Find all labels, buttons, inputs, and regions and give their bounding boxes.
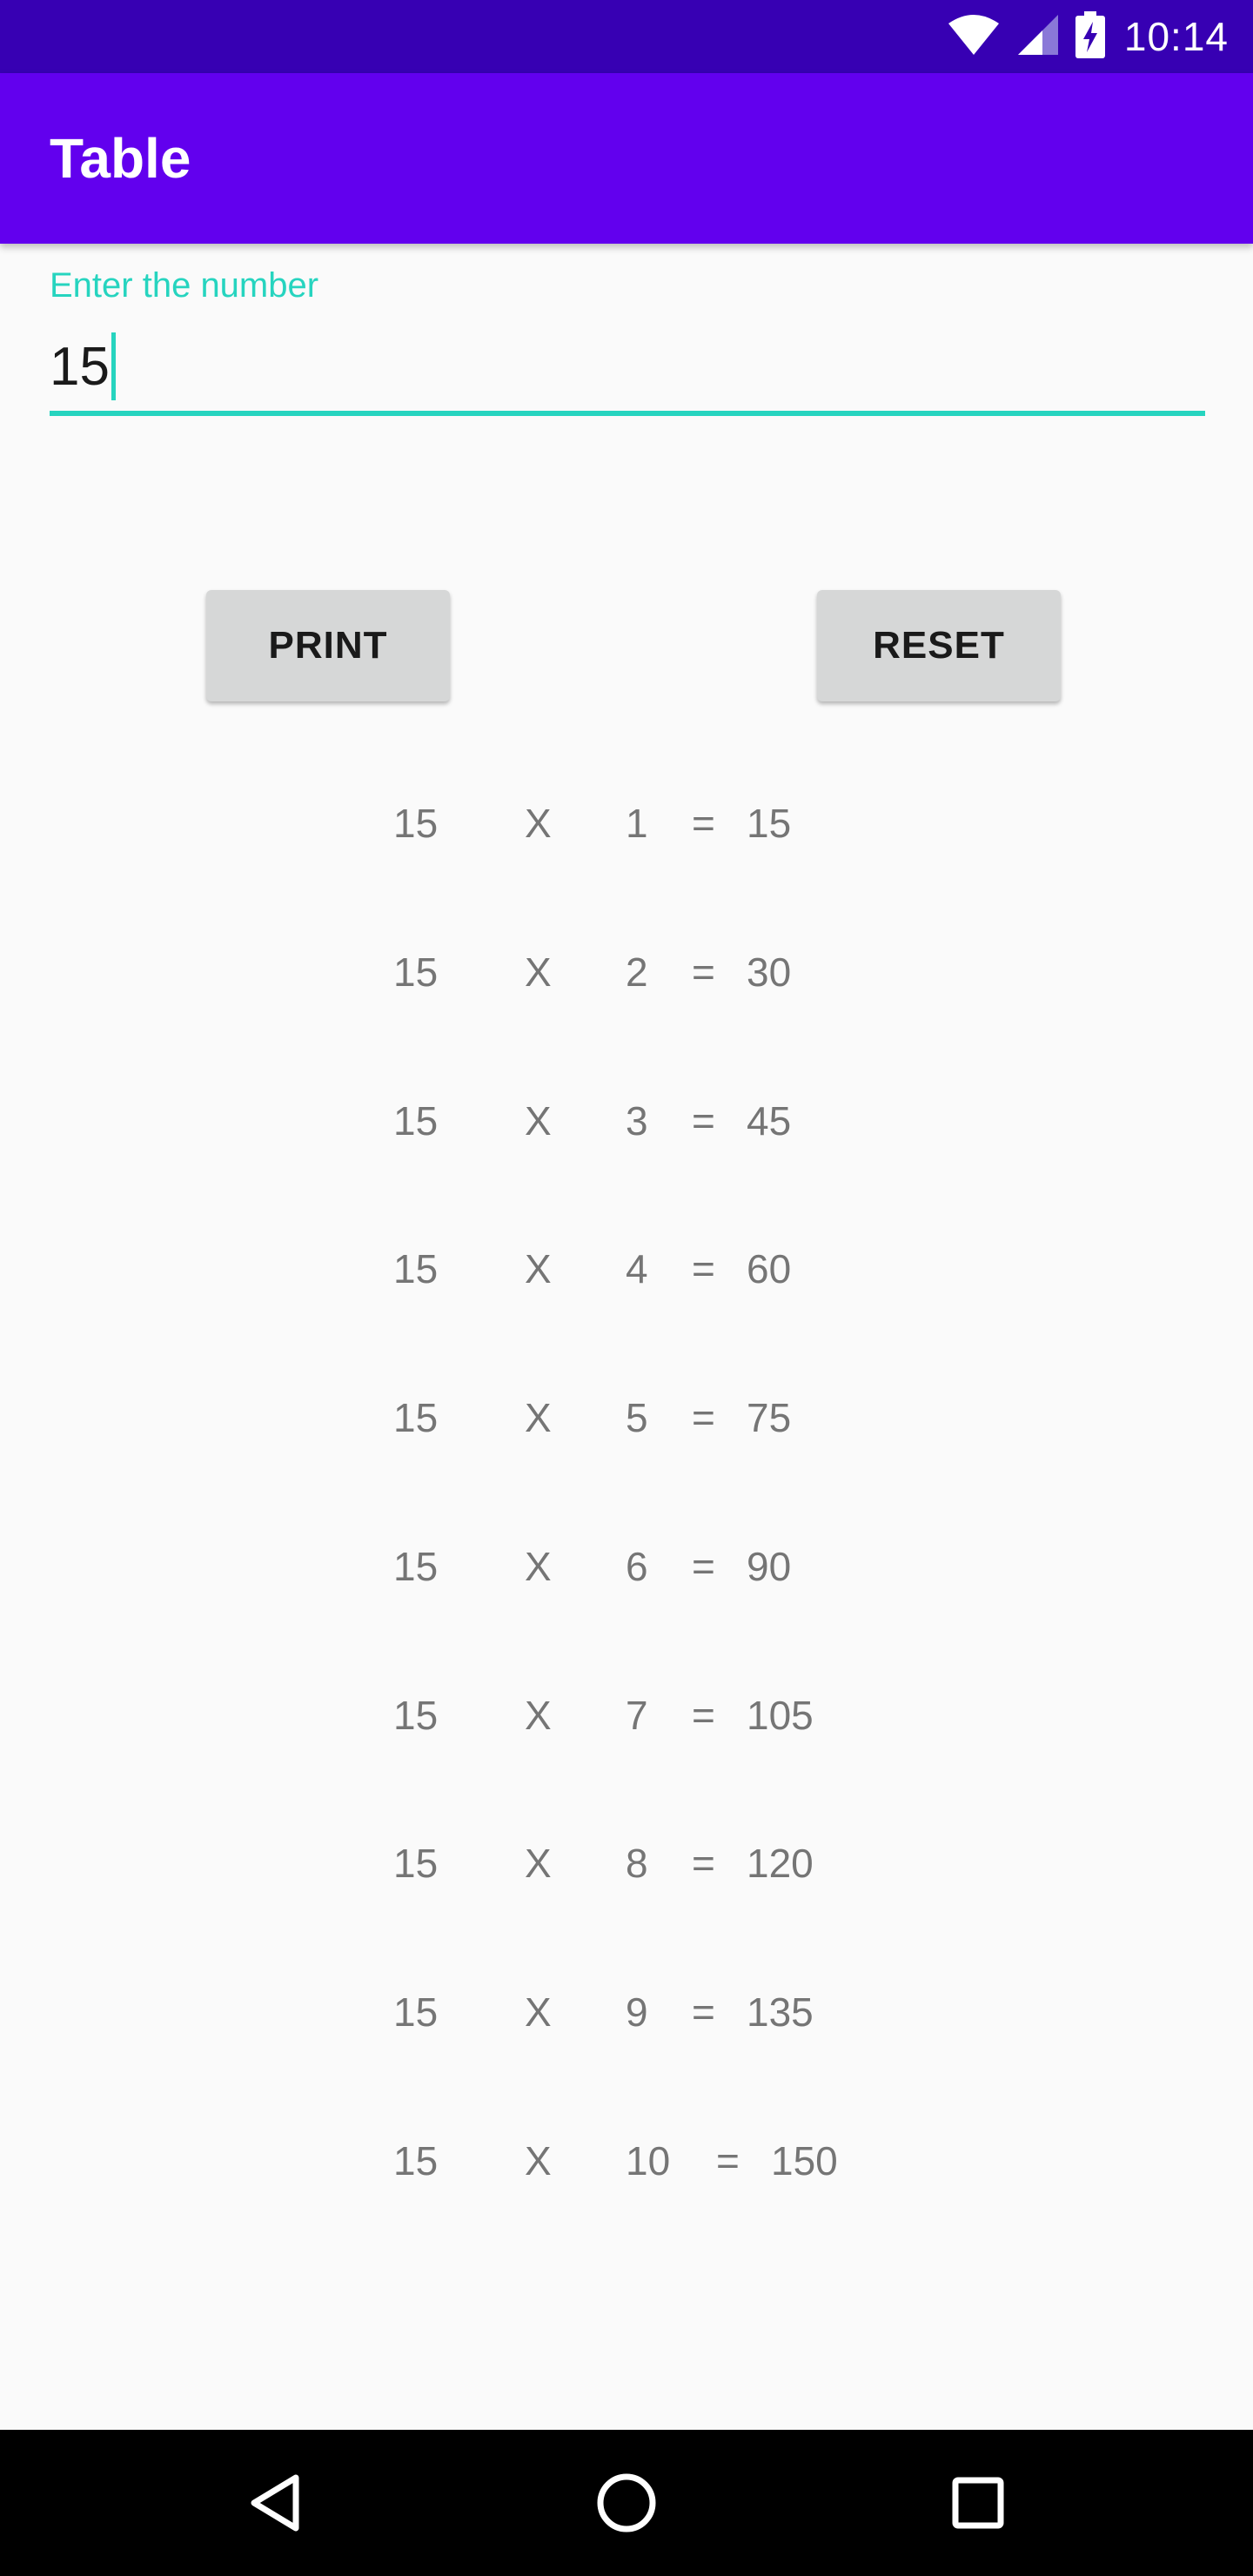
row-operator: X: [525, 1841, 552, 1886]
table-row: 15 X 9 = 135: [0, 1977, 1253, 2047]
row-operator: X: [525, 1098, 552, 1144]
row-result: 90: [747, 1544, 792, 1589]
row-multiplier: 7: [626, 1693, 648, 1738]
row-multiplier: 3: [626, 1098, 648, 1144]
app-bar: Table: [0, 73, 1253, 244]
back-icon[interactable]: [223, 2430, 327, 2576]
row-equals: =: [716, 2138, 740, 2184]
row-operator: X: [525, 1693, 552, 1738]
app-title: Table: [50, 127, 191, 190]
row-equals: =: [692, 1395, 715, 1440]
row-base: 15: [393, 2138, 439, 2184]
row-base: 15: [393, 1395, 439, 1440]
row-base: 15: [393, 1693, 439, 1738]
row-equals: =: [692, 801, 715, 846]
row-result: 60: [747, 1246, 792, 1291]
row-base: 15: [393, 1841, 439, 1886]
row-equals: =: [692, 1841, 715, 1886]
table-row: 15 X 10 = 150: [0, 2126, 1253, 2196]
row-multiplier: 10: [626, 2138, 671, 2184]
row-equals: =: [692, 1544, 715, 1589]
table-row: 15 X 1 = 15: [0, 788, 1253, 858]
row-result: 105: [747, 1693, 814, 1738]
row-operator: X: [525, 1395, 552, 1440]
row-result: 15: [747, 801, 792, 846]
row-result: 120: [747, 1841, 814, 1886]
row-result: 150: [771, 2138, 838, 2184]
navigation-bar: [0, 2430, 1253, 2576]
row-equals: =: [692, 949, 715, 995]
row-multiplier: 8: [626, 1841, 648, 1886]
row-result: 45: [747, 1098, 792, 1144]
row-equals: =: [692, 1989, 715, 2035]
row-multiplier: 6: [626, 1544, 648, 1589]
row-result: 135: [747, 1989, 814, 2035]
row-base: 15: [393, 1544, 439, 1589]
table-row: 15 X 6 = 90: [0, 1532, 1253, 1601]
row-multiplier: 4: [626, 1246, 648, 1291]
row-operator: X: [525, 2138, 552, 2184]
row-result: 75: [747, 1395, 792, 1440]
row-base: 15: [393, 949, 439, 995]
row-base: 15: [393, 801, 439, 846]
row-operator: X: [525, 949, 552, 995]
row-equals: =: [692, 1098, 715, 1144]
table-row: 15 X 3 = 45: [0, 1086, 1253, 1156]
table-row: 15 X 2 = 30: [0, 937, 1253, 1007]
row-base: 15: [393, 1989, 439, 2035]
row-operator: X: [525, 801, 552, 846]
table-row: 15 X 5 = 75: [0, 1383, 1253, 1452]
row-operator: X: [525, 1246, 552, 1291]
recents-icon[interactable]: [926, 2430, 1030, 2576]
row-base: 15: [393, 1246, 439, 1291]
row-result: 30: [747, 949, 792, 995]
row-base: 15: [393, 1098, 439, 1144]
row-equals: =: [692, 1246, 715, 1291]
row-multiplier: 2: [626, 949, 648, 995]
row-operator: X: [525, 1544, 552, 1589]
row-operator: X: [525, 1989, 552, 2035]
home-icon[interactable]: [574, 2430, 679, 2576]
table-row: 15 X 8 = 120: [0, 1828, 1253, 1898]
table-row: 15 X 7 = 105: [0, 1680, 1253, 1750]
row-multiplier: 9: [626, 1989, 648, 2035]
row-equals: =: [692, 1693, 715, 1738]
screen: 10:14 Table Enter the number 15 PRINT RE…: [0, 0, 1253, 2576]
multiplication-table: 15 X 1 = 15 15 X 2 = 30 15 X 3 = 45 15 X…: [0, 0, 1253, 2576]
row-multiplier: 1: [626, 801, 648, 846]
table-row: 15 X 4 = 60: [0, 1234, 1253, 1304]
row-multiplier: 5: [626, 1395, 648, 1440]
